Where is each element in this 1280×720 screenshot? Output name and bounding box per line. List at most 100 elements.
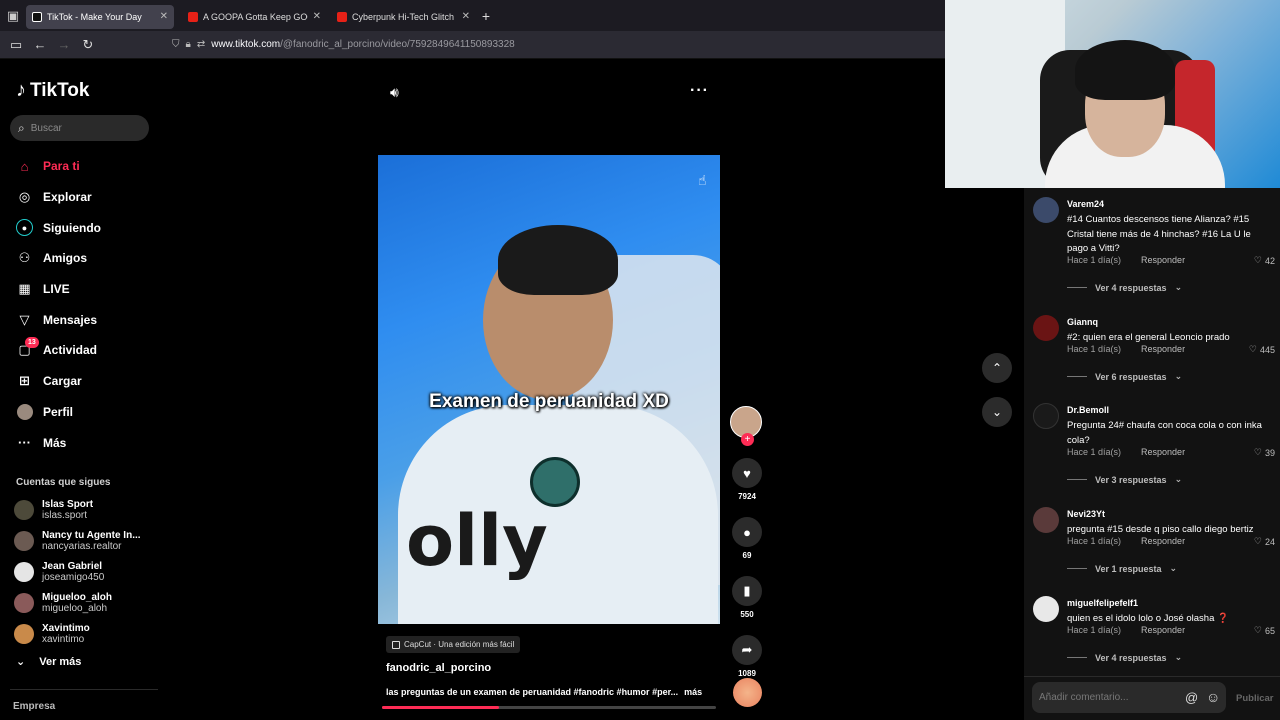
comment-user[interactable]: miguelfelipefelf1	[1067, 598, 1138, 608]
nav-item-actividad[interactable]: ▢ 13 Actividad	[0, 335, 160, 366]
following-item[interactable]: Migueloo_aloh migueloo_aloh	[14, 587, 160, 618]
comment-user[interactable]: Dr.Bemoll	[1067, 405, 1109, 415]
nav-item-cargar[interactable]: ⊞ Cargar	[0, 366, 160, 397]
comment-like[interactable]: ♡ 39	[1254, 447, 1275, 458]
nav-item-para-ti[interactable]: ⌂ Para ti	[0, 151, 160, 182]
nav-item-siguiendo[interactable]: ● Siguiendo	[0, 212, 160, 243]
nav-item-perfil[interactable]: Perfil	[0, 397, 160, 428]
search-input[interactable]: ⌕ Buscar	[10, 115, 149, 141]
avatar[interactable]	[1033, 315, 1059, 341]
capcut-tag[interactable]: CapCut · Una edición más fácil	[386, 636, 521, 653]
avatar[interactable]	[1033, 197, 1059, 223]
nav-label: Amigos	[43, 251, 88, 266]
video-progress-bar[interactable]	[382, 706, 716, 709]
tab-tiktok[interactable]: TikTok - Make Your Day ✕	[26, 4, 174, 29]
video-author[interactable]: fanodric_al_porcino	[386, 662, 491, 674]
address-bar[interactable]: ⛉ 🔒︎ ⇄ www.tiktok.com/@fanodric_al_porci…	[172, 39, 515, 50]
nav-item-amigos[interactable]: ⚇ Amigos	[0, 243, 160, 274]
view-replies-button[interactable]: Ver 4 respuestas ⌄	[1067, 282, 1182, 293]
view-replies-button[interactable]: Ver 4 respuestas ⌄	[1067, 652, 1182, 663]
avatar	[14, 592, 34, 613]
avatar[interactable]	[1033, 403, 1059, 429]
more-options-icon[interactable]: ···	[690, 82, 709, 100]
creator-avatar[interactable]: +	[730, 406, 762, 446]
music-disc-icon[interactable]	[733, 678, 762, 707]
tiktok-logo[interactable]: ♪ TikTok	[16, 79, 89, 102]
comment-user[interactable]: Giannq	[1067, 317, 1098, 327]
company-link[interactable]: Empresa	[13, 701, 55, 712]
comment-like[interactable]: ♡ 42	[1254, 255, 1275, 266]
replies-label: Ver 4 respuestas	[1095, 652, 1167, 663]
reload-icon[interactable]: ↻	[76, 37, 100, 53]
comment-like[interactable]: ♡ 24	[1254, 536, 1275, 547]
back-icon[interactable]: ←	[28, 37, 52, 52]
comment-like[interactable]: ♡ 445	[1249, 344, 1275, 355]
following-item[interactable]: Islas Sport islas.sport	[14, 495, 160, 526]
capcut-label: CapCut · Una edición más fácil	[404, 640, 515, 649]
sidebar-toggle-icon[interactable]: ▭	[4, 37, 28, 53]
heart-outline-icon: ♡	[1253, 625, 1262, 635]
tab-overview-icon[interactable]: ▣	[0, 0, 26, 31]
nav-item-mensajes[interactable]: ▽ Mensajes	[0, 304, 160, 335]
permissions-icon[interactable]: ⇄	[197, 39, 205, 50]
live-icon: ▦	[18, 281, 31, 297]
more-link[interactable]: más	[684, 687, 702, 697]
heart-icon[interactable]: ♥	[732, 458, 762, 488]
share-icon[interactable]: ➦	[732, 635, 762, 665]
reply-button[interactable]: Responder	[1141, 344, 1185, 355]
close-tab-icon[interactable]: ✕	[313, 11, 321, 22]
comment-like[interactable]: ♡ 65	[1254, 625, 1275, 636]
new-tab-icon[interactable]: +	[476, 8, 496, 24]
follow-plus-icon[interactable]: +	[741, 433, 754, 446]
nav-item-explorar[interactable]: ◎ Explorar	[0, 182, 160, 213]
reply-button[interactable]: Responder	[1141, 447, 1185, 458]
see-more-button[interactable]: ⌄ Ver más	[16, 655, 81, 669]
activity-icon: ▢ 13	[16, 336, 39, 359]
avatar[interactable]	[1033, 507, 1059, 533]
comment-user[interactable]: Varem24	[1067, 199, 1104, 209]
webcam-hair	[1075, 40, 1175, 100]
like-action[interactable]: ♥ 7924	[730, 458, 764, 501]
view-replies-button[interactable]: Ver 6 respuestas ⌄	[1067, 371, 1182, 382]
like-count: 65	[1264, 625, 1275, 636]
lock-icon[interactable]: 🔒︎	[186, 39, 191, 50]
bookmark-icon[interactable]: ▮	[732, 576, 762, 606]
shield-icon[interactable]: ⛉	[172, 39, 180, 50]
comment-icon[interactable]: ●	[732, 517, 762, 547]
nav-label: Perfil	[43, 404, 74, 419]
reply-button[interactable]: Responder	[1141, 255, 1185, 266]
chevron-down-icon: ⌄	[1169, 563, 1178, 573]
next-video-button[interactable]: ⌄	[982, 397, 1012, 427]
comment-action[interactable]: ● 69	[730, 517, 764, 560]
following-item[interactable]: Xavintimo xavintimo	[14, 618, 160, 649]
description-text: las preguntas de un examen de peruanidad…	[386, 687, 679, 697]
video-player[interactable]: olly Examen de peruanidad XD	[378, 155, 720, 624]
tab-cyberpunk[interactable]: Cyberpunk Hi-Tech Glitch Neon ✕	[331, 5, 476, 29]
nav-item-live[interactable]: ▦ LIVE	[0, 274, 160, 305]
close-tab-icon[interactable]: ✕	[160, 11, 168, 22]
comment-user[interactable]: Nevi23Yt	[1067, 509, 1105, 519]
forward-icon[interactable]: →	[52, 37, 76, 52]
reply-button[interactable]: Responder	[1141, 625, 1185, 636]
nav-label: Cargar	[43, 374, 82, 389]
previous-video-button[interactable]: ⌃	[982, 353, 1012, 383]
tab-goopa[interactable]: A GOOPA Gotta Keep GOOPIN ✕	[182, 5, 327, 29]
comments-panel: Varem24 #14 Cuantos descensos tiene Alia…	[1024, 188, 1280, 720]
replies-line	[1067, 568, 1087, 569]
view-replies-button[interactable]: Ver 3 respuestas ⌄	[1067, 474, 1182, 485]
reply-button[interactable]: Responder	[1141, 536, 1185, 547]
following-item[interactable]: Jean Gabriel joseamigo450	[14, 557, 160, 588]
nav-item-mas[interactable]: ··· Más	[0, 427, 160, 458]
volume-icon[interactable]: 🔊︎	[390, 84, 399, 101]
close-tab-icon[interactable]: ✕	[462, 11, 470, 22]
following-item[interactable]: Nancy tu Agente In... nancyarias.realtor	[14, 526, 160, 557]
comment-time: Hace 1 día(s)	[1067, 447, 1122, 457]
save-action[interactable]: ▮ 550	[730, 576, 764, 619]
share-action[interactable]: ➦ 1089	[730, 635, 764, 678]
mention-icon[interactable]: @	[1185, 690, 1198, 705]
url-text[interactable]: www.tiktok.com/@fanodric_al_porcino/vide…	[211, 39, 515, 50]
emoji-icon[interactable]: ☺	[1206, 689, 1220, 705]
publish-button[interactable]: Publicar	[1236, 693, 1274, 704]
avatar[interactable]	[1033, 596, 1059, 622]
view-replies-button[interactable]: Ver 1 respuesta ⌄	[1067, 563, 1177, 574]
